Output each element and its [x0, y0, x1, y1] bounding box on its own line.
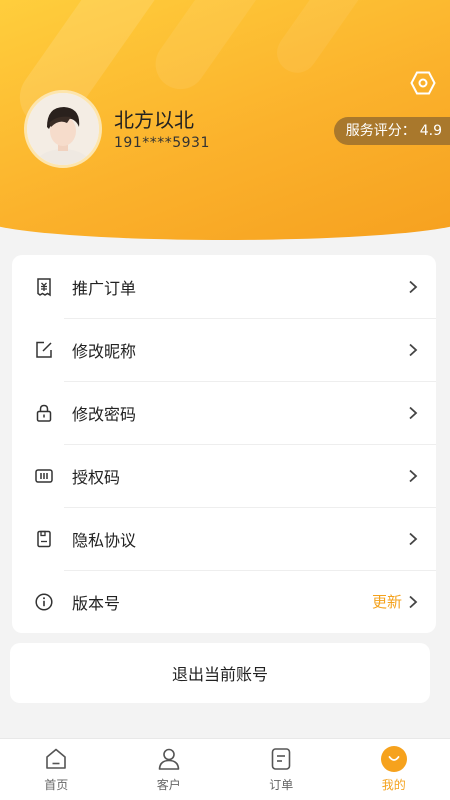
order-icon	[267, 745, 295, 773]
lock-icon	[32, 401, 56, 425]
profile-page: 北方以北 191****5931 服务评分： 4.9 推广订单 修改昵称 修改密…	[0, 0, 450, 800]
chevron-right-icon	[406, 280, 420, 294]
user-name: 北方以北	[114, 108, 194, 132]
tab-customers[interactable]: 客户	[113, 739, 226, 800]
tab-label: 我的	[381, 778, 406, 792]
settings-icon[interactable]	[408, 68, 438, 98]
barcode-icon	[32, 464, 56, 488]
menu-item-change-password[interactable]: 修改密码	[12, 381, 436, 444]
me-icon	[380, 745, 408, 773]
tab-label: 客户	[156, 778, 181, 792]
chevron-right-icon	[406, 469, 420, 483]
menu-label: 推广订单	[72, 278, 137, 298]
update-link[interactable]: 更新	[372, 591, 402, 612]
menu-label: 修改昵称	[72, 341, 137, 361]
edit-icon	[32, 338, 56, 362]
receipt-icon	[32, 275, 56, 299]
menu-item-auth-code[interactable]: 授权码	[12, 444, 436, 507]
tab-label: 首页	[44, 778, 69, 792]
chevron-right-icon	[406, 532, 420, 546]
avatar[interactable]	[24, 90, 102, 168]
info-icon	[32, 590, 56, 614]
chevron-right-icon	[406, 406, 420, 420]
header-decoration	[269, 0, 371, 81]
rating-value: 4.9	[419, 123, 442, 139]
rating-label: 服务评分：	[345, 123, 416, 139]
tab-home[interactable]: 首页	[0, 739, 113, 800]
menu-label: 隐私协议	[72, 530, 137, 550]
rating-badge: 服务评分： 4.9	[333, 117, 450, 145]
tab-orders[interactable]: 订单	[225, 739, 338, 800]
tab-me[interactable]: 我的	[338, 739, 450, 800]
home-icon	[42, 745, 70, 773]
logout-label: 退出当前账号	[171, 665, 268, 684]
menu-label: 授权码	[72, 467, 121, 487]
chevron-right-icon	[406, 343, 420, 357]
header-decoration	[145, 0, 285, 99]
menu-card: 推广订单 修改昵称 修改密码 授权码 隐私协议 版本号 更新	[12, 255, 436, 633]
tab-label: 订单	[269, 778, 294, 792]
menu-label: 修改密码	[72, 404, 137, 424]
menu-item-version[interactable]: 版本号 更新	[12, 570, 436, 633]
bottom-tab-bar: 首页 客户 订单 我的	[0, 738, 450, 800]
user-phone: 191****5931	[114, 135, 210, 151]
logout-button[interactable]: 退出当前账号	[10, 643, 430, 703]
menu-item-change-nickname[interactable]: 修改昵称	[12, 318, 436, 381]
menu-item-promotion-orders[interactable]: 推广订单	[12, 255, 436, 318]
chevron-right-icon	[406, 595, 420, 609]
menu-item-privacy-policy[interactable]: 隐私协议	[12, 507, 436, 570]
document-icon	[32, 527, 56, 551]
menu-label: 版本号	[72, 593, 121, 613]
user-icon	[155, 745, 183, 773]
